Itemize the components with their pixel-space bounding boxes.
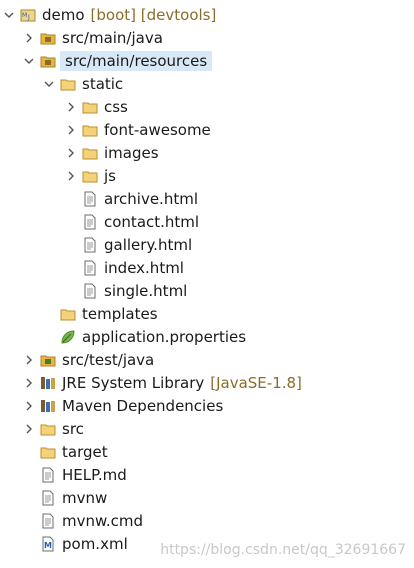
tree-item-archive-html[interactable]: archive.html (0, 188, 414, 210)
folder-icon (40, 421, 56, 437)
folder-icon (82, 168, 98, 184)
tree-item-maven-dependencies[interactable]: Maven Dependencies (0, 395, 414, 417)
chevron-right-icon[interactable] (22, 399, 36, 413)
chevron-right-icon[interactable] (22, 376, 36, 390)
tree-item-label: archive.html (104, 190, 198, 208)
library-icon (40, 375, 56, 391)
tree-item-label: pom.xml (62, 535, 128, 553)
source-folder-icon (40, 352, 56, 368)
tree-item-label: index.html (104, 259, 184, 277)
folder-icon (82, 99, 98, 115)
file-icon (82, 191, 98, 207)
source-folder-icon (40, 53, 56, 69)
tree-item-templates[interactable]: templates (0, 303, 414, 325)
maven-pom-icon: M (40, 536, 56, 552)
tree-item-label: mvnw.cmd (62, 512, 144, 530)
chevron-right-icon[interactable] (64, 123, 78, 137)
folder-icon (60, 306, 76, 322)
tree-item-label: images (104, 144, 159, 162)
maven-project-icon: M J (20, 7, 36, 23)
tree-item-contact-html[interactable]: contact.html (0, 211, 414, 233)
tree-item-label: Maven Dependencies (62, 397, 224, 415)
chevron-down-icon[interactable] (42, 77, 56, 91)
jre-version-decoration: [JavaSE-1.8] (210, 374, 302, 392)
tree-item-label: HELP.md (62, 466, 127, 484)
tree-item-gallery-html[interactable]: gallery.html (0, 234, 414, 256)
tree-item-project-demo[interactable]: M J demo [boot] [devtools] (0, 4, 414, 26)
svg-text:J: J (27, 14, 30, 21)
file-icon (82, 283, 98, 299)
chevron-down-icon[interactable] (22, 54, 36, 68)
source-folder-icon (40, 30, 56, 46)
library-icon (40, 398, 56, 414)
tree-item-mvnw[interactable]: mvnw (0, 487, 414, 509)
chevron-right-icon[interactable] (22, 31, 36, 45)
tree-item-mvnw-cmd[interactable]: mvnw.cmd (0, 510, 414, 532)
tree-item-label: js (104, 167, 116, 185)
file-icon (40, 513, 56, 529)
chevron-down-icon[interactable] (2, 8, 16, 22)
tree-item-label: mvnw (62, 489, 108, 507)
tree-item-label: JRE System Library (62, 374, 205, 392)
folder-icon (82, 145, 98, 161)
tree-item-js[interactable]: js (0, 165, 414, 187)
tree-item-label: templates (82, 305, 158, 323)
spring-leaf-icon (60, 329, 76, 345)
package-explorer: M J demo [boot] [devtools] src/main/java (0, 0, 414, 568)
tree-item-label: target (62, 443, 108, 461)
tree-item-label: single.html (104, 282, 188, 300)
tree-item-label: src/test/java (62, 351, 155, 369)
tree-item-src-main-java[interactable]: src/main/java (0, 27, 414, 49)
svg-text:M: M (44, 541, 52, 550)
tree-item-css[interactable]: css (0, 96, 414, 118)
tree-item-font-awesome[interactable]: font-awesome (0, 119, 414, 141)
tree-item-target[interactable]: target (0, 441, 414, 463)
tree-item-src-main-resources[interactable]: src/main/resources (0, 50, 414, 72)
tree-item-static[interactable]: static (0, 73, 414, 95)
file-icon (40, 467, 56, 483)
tree-item-images[interactable]: images (0, 142, 414, 164)
chevron-right-icon[interactable] (22, 353, 36, 367)
tree-item-single-html[interactable]: single.html (0, 280, 414, 302)
file-icon (82, 214, 98, 230)
tree-item-src[interactable]: src (0, 418, 414, 440)
tree-item-label: static (82, 75, 124, 93)
project-decorations: [boot] [devtools] (90, 6, 217, 24)
tree-item-label: src (62, 420, 84, 438)
tree-item-index-html[interactable]: index.html (0, 257, 414, 279)
chevron-right-icon[interactable] (64, 146, 78, 160)
tree-item-label: contact.html (104, 213, 200, 231)
tree-item-help-md[interactable]: HELP.md (0, 464, 414, 486)
file-icon (82, 260, 98, 276)
chevron-right-icon[interactable] (64, 169, 78, 183)
file-icon (82, 237, 98, 253)
tree-item-src-test-java[interactable]: src/test/java (0, 349, 414, 371)
folder-icon (82, 122, 98, 138)
chevron-right-icon[interactable] (64, 100, 78, 114)
file-icon (40, 490, 56, 506)
tree-item-label: css (104, 98, 128, 116)
svg-text:M: M (22, 12, 27, 19)
folder-icon (40, 444, 56, 460)
tree-item-label: application.properties (82, 328, 247, 346)
tree-item-application-properties[interactable]: application.properties (0, 326, 414, 348)
watermark: https://blog.csdn.net/qq_32691667 (160, 542, 406, 558)
tree-item-label: src/main/java (62, 29, 163, 47)
tree-item-label: font-awesome (104, 121, 211, 139)
tree-item-label: demo (42, 6, 85, 24)
chevron-right-icon[interactable] (22, 422, 36, 436)
folder-icon (60, 76, 76, 92)
tree-item-label: gallery.html (104, 236, 193, 254)
tree-item-jre-system-library[interactable]: JRE System Library [JavaSE-1.8] (0, 372, 414, 394)
tree-item-label: src/main/resources (60, 51, 213, 71)
